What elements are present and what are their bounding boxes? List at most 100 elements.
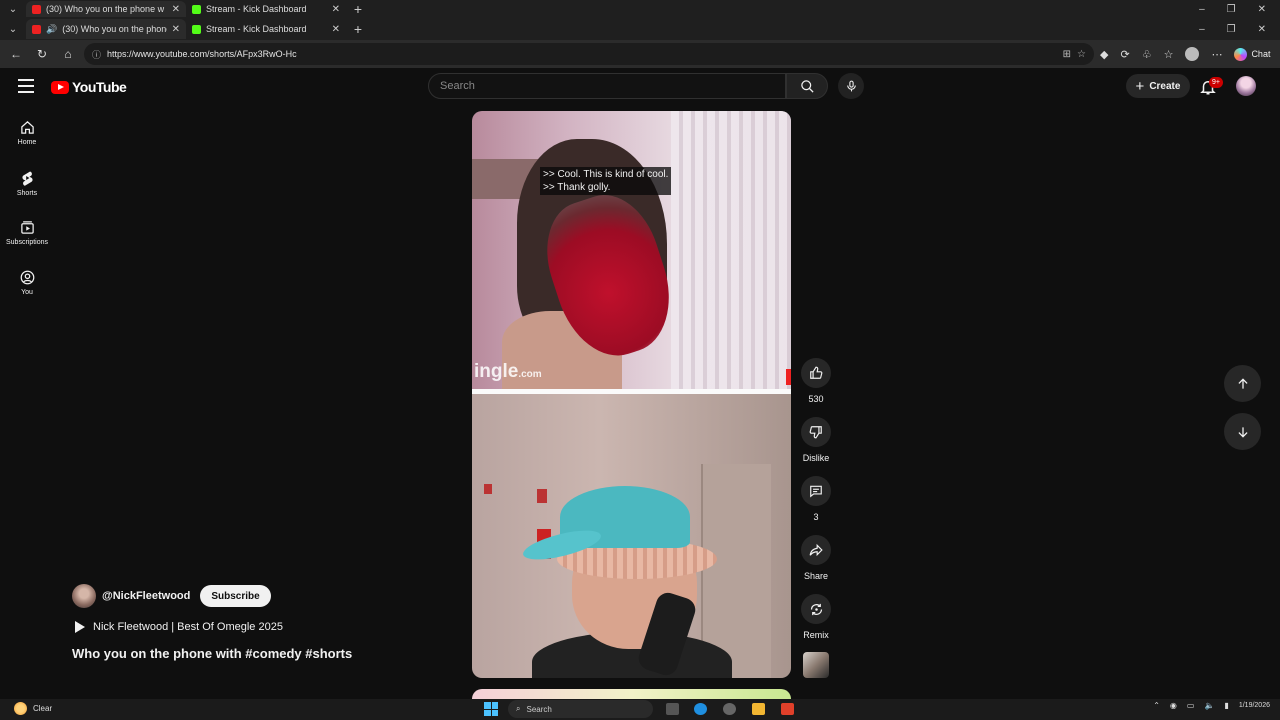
subscriptions-icon [20,221,34,234]
guide-label: You [21,289,33,296]
extensions-puzzle-icon[interactable]: ⟳ [1120,48,1129,61]
voice-search-button[interactable] [838,73,864,99]
back-icon[interactable]: ← [6,44,26,64]
remix-icon [810,603,822,615]
home-button-icon[interactable]: ⌂ [58,44,78,64]
brave-browser-icon[interactable] [781,703,794,715]
caption-line: >> Cool. This is kind of cool. [543,169,669,180]
more-menu-icon[interactable]: ⋯ [1211,48,1222,61]
close-icon[interactable]: ✕ [172,24,180,35]
start-button[interactable] [484,702,498,716]
dislike-button[interactable]: Dislike [797,417,835,465]
next-short-button[interactable] [1224,413,1261,450]
guide-item-home[interactable]: Home [0,108,54,158]
video-watermark: ingle.com [474,361,542,383]
minimize-icon[interactable]: – [1199,4,1205,15]
youtube-favicon-icon [32,4,41,14]
sound-thumbnail[interactable] [803,652,829,678]
weather-label: Clear [33,704,53,713]
close-icon[interactable]: ✕ [332,24,340,35]
guide-item-subscriptions[interactable]: Subscriptions [0,208,54,258]
kick-favicon-icon [192,24,201,34]
close-icon[interactable]: ✕ [172,4,180,15]
create-button[interactable]: + Create [1126,74,1190,98]
mini-guide: Home Shorts Subscriptions You [0,108,54,308]
extension-icon[interactable]: ◆ [1100,48,1108,61]
shorts-video-player[interactable]: >> Cool. This is kind of cool. >> Thank … [472,111,791,678]
profile-avatar[interactable] [1185,47,1200,61]
search-button[interactable] [786,73,828,99]
watermark-text: ingle [474,361,519,382]
video-frame-top: >> Cool. This is kind of cool. >> Thank … [472,111,791,389]
search-input[interactable]: Search [428,73,786,99]
ghost-tab-youtube[interactable]: (30) Who you on the phone w ✕ [26,1,186,17]
close-icon[interactable]: ✕ [332,4,340,15]
caption-line: >> Thank golly. [543,182,611,193]
youtube-play-logo-icon [51,80,69,94]
show-hidden-icons-icon[interactable]: ⌃ [1153,701,1160,710]
browser-essentials-icon[interactable]: ♧ [1142,48,1152,61]
watermark-suffix: .com [518,369,542,380]
share-button[interactable]: Share [797,535,835,583]
guide-item-you[interactable]: You [0,258,54,308]
subscribe-button[interactable]: Subscribe [200,585,271,607]
close-window-icon[interactable]: ✕ [1258,4,1266,15]
copilot-icon [1234,47,1248,61]
plus-icon: + [1135,77,1145,95]
tray-app-icon[interactable]: ◉ [1170,701,1177,710]
task-view-icon[interactable] [666,703,679,715]
tab-list-chevron-icon[interactable]: ⌄ [0,0,26,20]
you-icon [20,270,34,285]
edge-browser-icon[interactable] [694,703,707,715]
taskbar-date[interactable]: 1/19/2026 [1239,702,1270,709]
restore-icon[interactable]: ❐ [1227,24,1236,35]
home-icon [20,121,34,134]
battery-icon[interactable]: ▮ [1224,701,1228,710]
volume-icon[interactable]: 🔈 [1204,701,1214,710]
new-tab-icon[interactable]: + [346,1,370,17]
notification-count-badge: 9+ [1209,77,1223,88]
favorite-star-icon[interactable]: ☆ [1077,49,1086,60]
search-icon [800,79,814,93]
refresh-icon[interactable]: ↻ [32,44,52,64]
search-placeholder: Search [440,80,475,92]
guide-label: Home [17,139,37,146]
guide-item-shorts[interactable]: Shorts [0,158,54,208]
account-avatar[interactable] [1236,76,1256,96]
dislike-label: Dislike [802,453,830,463]
channel-name[interactable]: @NickFleetwood [102,590,190,602]
network-icon[interactable]: ▭ [1187,701,1195,710]
app-icon[interactable] [723,703,736,715]
tab-list-chevron-icon[interactable]: ⌄ [0,18,26,40]
speaker-icon[interactable]: 🔊 [46,24,57,35]
weather-widget[interactable]: Clear [14,702,52,715]
tab-kick[interactable]: Stream - Kick Dashboard ✕ [186,19,346,39]
like-button[interactable]: 530 [797,358,835,406]
close-window-icon[interactable]: ✕ [1258,24,1266,35]
previous-short-button[interactable] [1224,365,1261,402]
youtube-logo[interactable]: YouTube [51,79,127,95]
url-field[interactable]: ⓘ https://www.youtube.com/shorts/AFpx3Rw… [84,43,1094,65]
favorites-icon[interactable]: ☆ [1164,48,1174,61]
arrow-down-icon [1237,426,1248,438]
new-tab-icon[interactable]: + [346,21,370,37]
remix-button[interactable]: Remix [797,594,835,642]
taskbar-search-placeholder: Search [526,704,552,714]
share-icon [809,543,823,557]
menu-hamburger-icon[interactable] [18,79,34,93]
app-available-icon[interactable]: ⊞ [1063,49,1071,60]
taskbar-search[interactable]: ⌕ Search [508,700,653,718]
kick-favicon-icon [192,4,201,14]
ghost-tab-kick[interactable]: Stream - Kick Dashboard ✕ [186,1,346,17]
channel-avatar[interactable] [72,584,96,608]
copilot-chat-button[interactable]: Chat [1234,47,1270,61]
url-text: https://www.youtube.com/shorts/AFpx3RwO-… [107,49,297,59]
comments-button[interactable]: 3 [797,476,835,524]
tab-youtube[interactable]: 🔊 (30) Who you on the phone w ✕ [26,19,186,39]
restore-icon[interactable]: ❐ [1227,4,1236,15]
minimize-icon[interactable]: – [1199,24,1205,35]
file-explorer-icon[interactable] [752,703,765,715]
site-info-icon[interactable]: ⓘ [92,48,101,61]
tab-title: Stream - Kick Dashboard [206,24,307,34]
playlist-link[interactable]: Nick Fleetwood | Best Of Omegle 2025 [72,621,432,633]
